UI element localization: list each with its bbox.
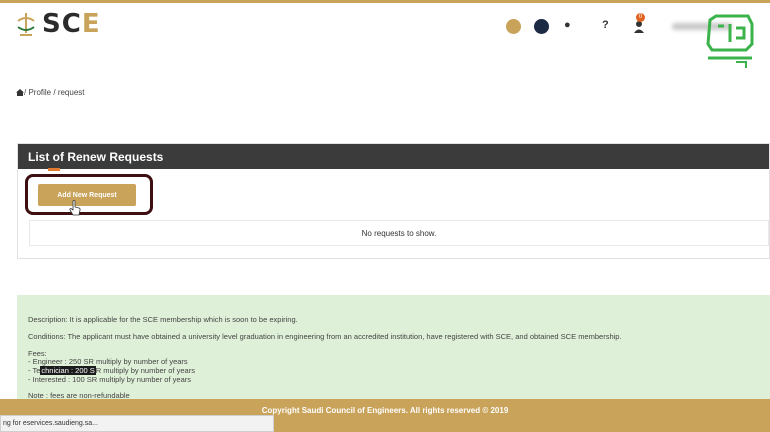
breadcrumb-profile[interactable]: Profile bbox=[28, 88, 51, 97]
info-fee-engineer: - Engineer : 250 SR multiply by number o… bbox=[28, 357, 188, 366]
home-icon[interactable] bbox=[16, 89, 24, 96]
sce-logo[interactable]: SCE bbox=[14, 9, 104, 49]
watermark-logo-icon bbox=[706, 14, 754, 68]
panel-header: List of Renew Requests bbox=[18, 144, 769, 169]
fee-technician-highlight: chnician : 200 S bbox=[40, 366, 96, 375]
notification-badge: 0 bbox=[636, 13, 645, 22]
sce-emblem-icon bbox=[17, 13, 35, 36]
renew-requests-panel: List of Renew Requests Add New Request N… bbox=[17, 143, 770, 259]
globe-icon[interactable]: ● bbox=[564, 19, 571, 31]
annotation-highlight-box bbox=[25, 174, 153, 215]
header: SCE ● ? 0 bbox=[0, 3, 770, 51]
help-icon[interactable]: ? bbox=[602, 19, 609, 31]
info-conditions: Conditions: The applicant must have obta… bbox=[28, 332, 622, 341]
info-description: Description: It is applicable for the SC… bbox=[28, 315, 298, 324]
breadcrumb: / Profile / request bbox=[16, 88, 85, 97]
footer-copyright: Copyright Saudi Council of Engineers. Al… bbox=[261, 406, 509, 415]
panel-accent-bar bbox=[48, 168, 60, 171]
logo-text: SCE bbox=[42, 9, 101, 39]
info-section: Description: It is applicable for the SC… bbox=[17, 295, 770, 400]
panel-title: List of Renew Requests bbox=[28, 150, 164, 164]
info-fee-technician: - Technician : 200 SR multiply by number… bbox=[28, 366, 195, 375]
theme-gold-icon[interactable] bbox=[506, 19, 521, 34]
cursor-hand-icon bbox=[69, 200, 81, 216]
browser-status-bar: ng for eservices.saudieng.sa... bbox=[0, 415, 274, 432]
theme-navy-icon[interactable] bbox=[534, 19, 549, 34]
empty-requests-message: No requests to show. bbox=[29, 220, 769, 246]
breadcrumb-request: request bbox=[57, 88, 85, 97]
info-fee-interested: - Interested : 100 SR multiply by number… bbox=[28, 375, 191, 384]
